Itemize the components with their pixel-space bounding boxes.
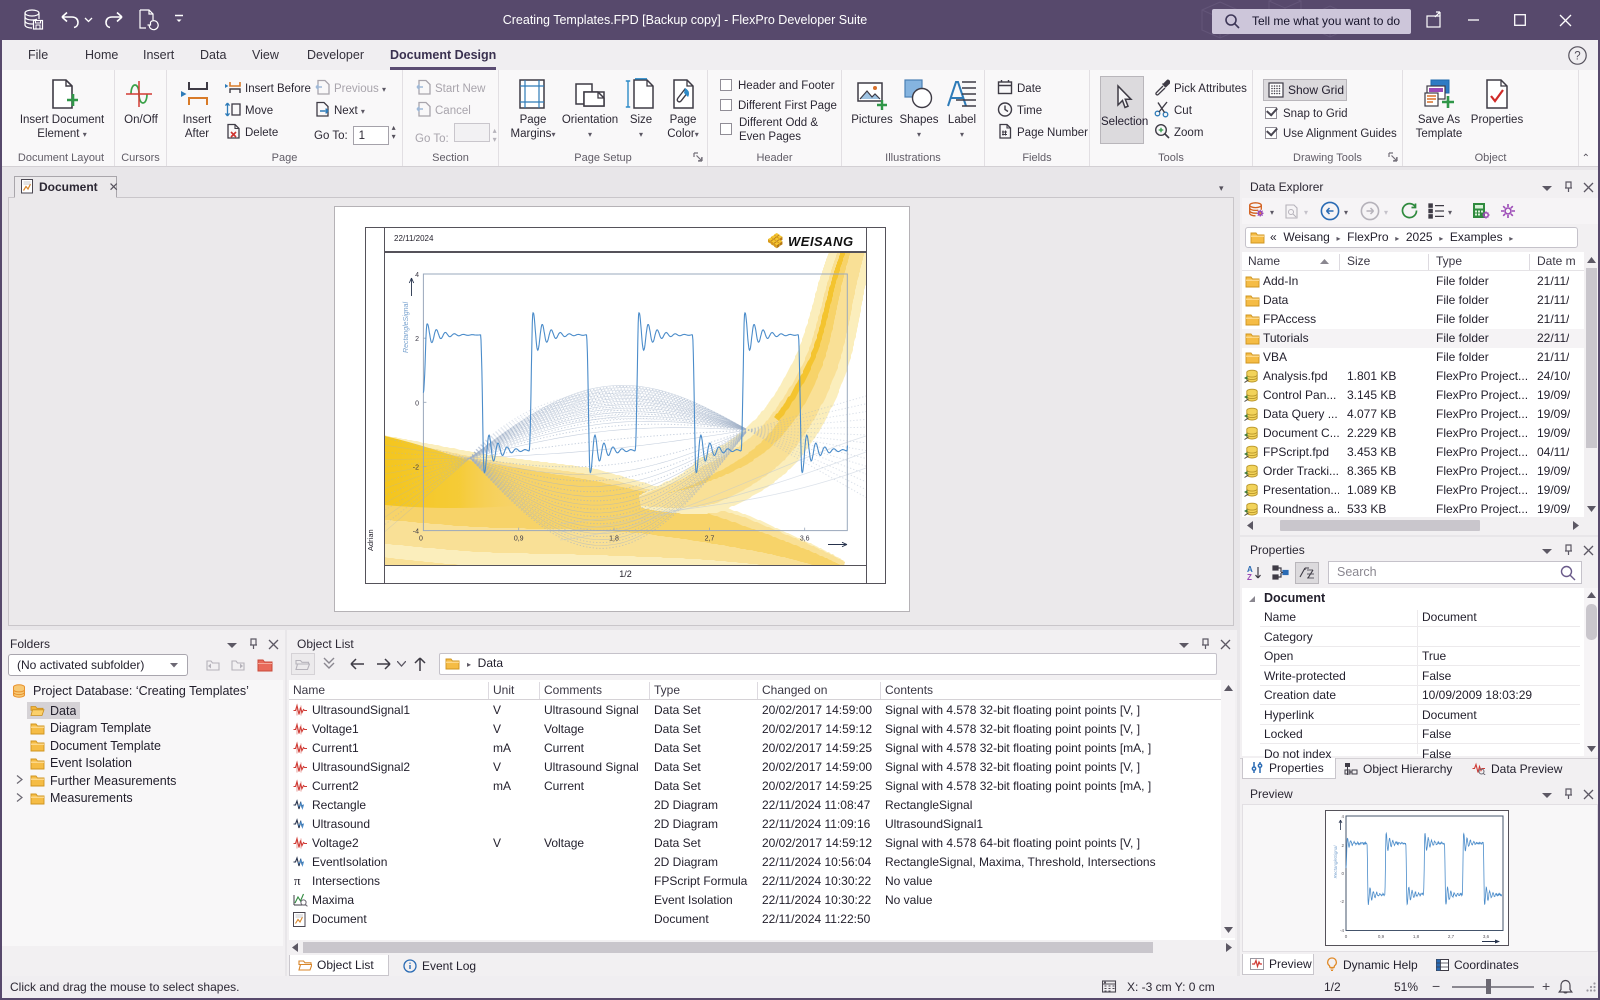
svg-text:?: ?	[1574, 51, 1580, 63]
svg-text:Z: Z	[1247, 573, 1252, 581]
